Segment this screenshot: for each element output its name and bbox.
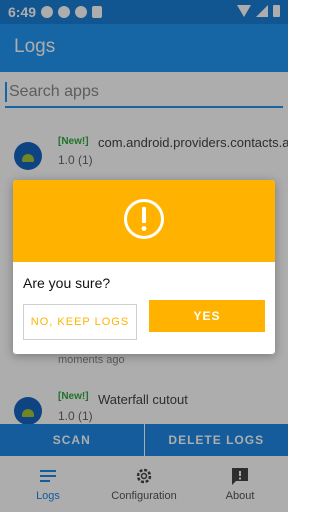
warning-icon	[124, 199, 164, 239]
dialog-question: Are you sure?	[23, 275, 111, 291]
dialog-header	[13, 180, 275, 262]
yes-button[interactable]: YES	[149, 300, 265, 332]
confirm-dialog: Are you sure? NO, KEEP LOGS YES	[13, 180, 275, 354]
no-keep-logs-button[interactable]: NO, KEEP LOGS	[23, 304, 137, 340]
